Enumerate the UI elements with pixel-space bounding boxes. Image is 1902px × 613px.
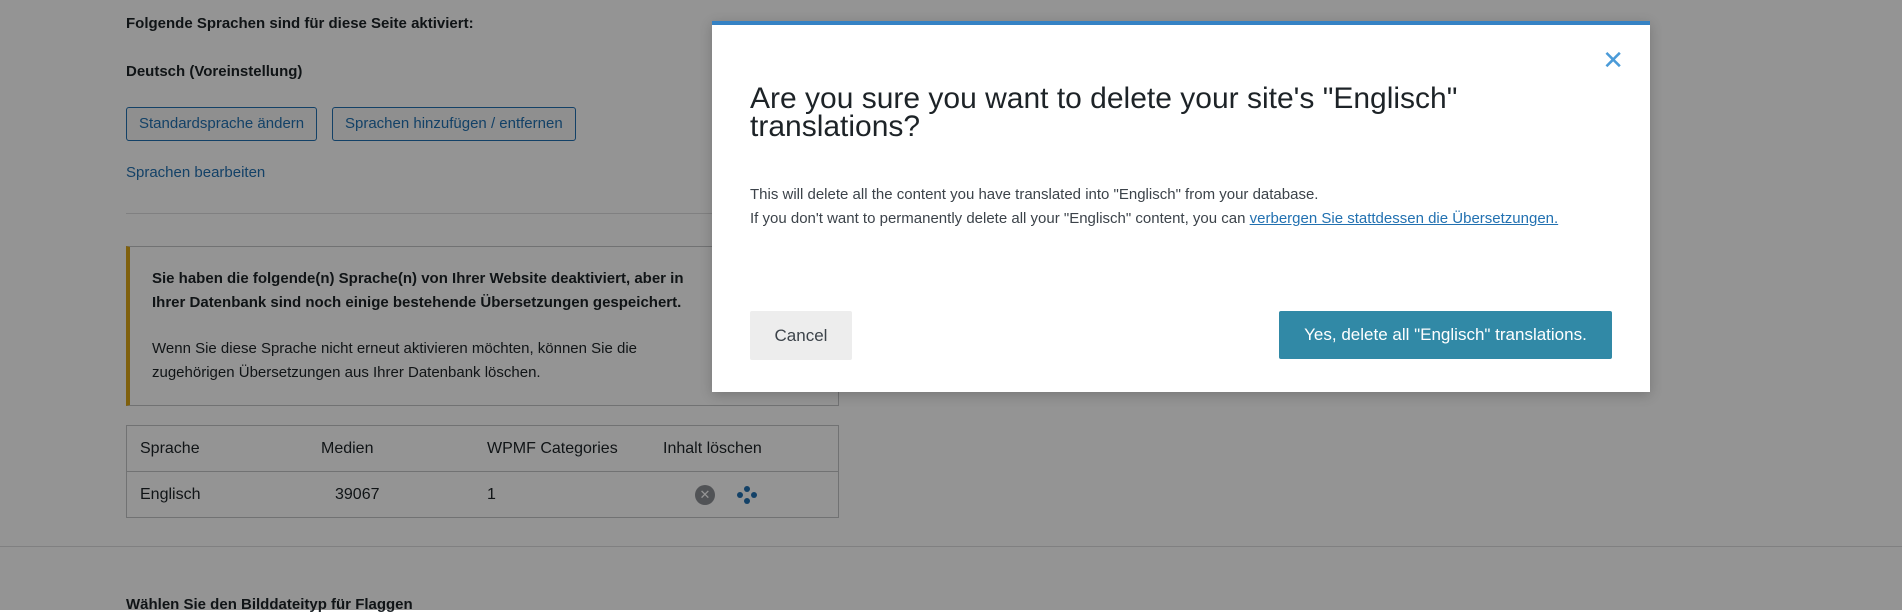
dialog-body-line1: This will delete all the content you hav… [750, 186, 1319, 203]
dialog-title: Are you sure you want to delete your sit… [750, 82, 1458, 143]
close-icon[interactable]: ✕ [1602, 47, 1624, 73]
dialog-body-line2-text: If you don't want to permanently delete … [750, 210, 1250, 227]
dialog-body-line2: If you don't want to permanently delete … [750, 207, 1590, 231]
hide-translations-link[interactable]: verbergen Sie stattdessen die Übersetzun… [1250, 210, 1559, 227]
confirm-delete-button[interactable]: Yes, delete all "Englisch" translations. [1279, 311, 1612, 359]
delete-translations-dialog: ✕ Are you sure you want to delete your s… [712, 21, 1650, 392]
cancel-button[interactable]: Cancel [750, 311, 852, 360]
dialog-body: This will delete all the content you hav… [750, 183, 1590, 231]
